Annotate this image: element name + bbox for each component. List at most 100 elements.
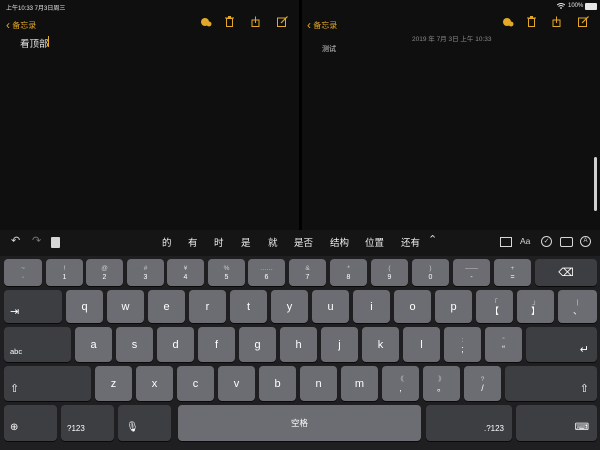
table-icon[interactable] [500,237,512,247]
key-backtick[interactable]: ~ · [4,259,42,286]
share-user-icon[interactable] [502,17,514,27]
key-5[interactable]: % 5 [208,259,245,286]
dismiss-keyboard-key[interactable]: ⌨ [516,405,597,441]
key-r[interactable]: r [189,290,226,323]
camera-icon[interactable] [560,237,573,247]
suggestion-8[interactable]: 位置 [365,235,384,249]
key-g[interactable]: g [239,327,276,362]
key-right-bracket[interactable]: 」】 [517,290,554,323]
numbers-key-left[interactable]: ?123 [61,405,114,441]
key-6[interactable]: …… 6 [248,259,285,286]
key-k[interactable]: k [362,327,399,362]
key-b[interactable]: b [259,366,296,401]
key-o[interactable]: o [394,290,431,323]
backspace-key[interactable]: ⌫ [535,259,597,286]
key-4[interactable]: ¥4 [167,259,204,286]
dictation-key[interactable]: 🎙 [118,405,171,441]
key-quote[interactable]: ” “ [485,327,522,362]
key-0[interactable]: ) 0 [412,259,449,286]
key-n[interactable]: n [300,366,337,401]
share-icon[interactable] [552,16,561,27]
globe-icon: ⊕ [10,422,19,433]
key-d[interactable]: d [157,327,194,362]
note-text-left[interactable]: 看顶部 [20,36,49,50]
key-w[interactable]: w [107,290,144,323]
suggestion-4[interactable]: 是 [241,235,251,249]
key-9[interactable]: (9 [371,259,408,286]
suggestion-5[interactable]: 就 [268,235,278,249]
trash-icon[interactable] [527,16,536,27]
key-s[interactable]: s [116,327,153,362]
note-text-right[interactable]: 测试 [322,44,336,54]
tab-key[interactable]: ⇥ [4,290,62,323]
key-i[interactable]: i [353,290,390,323]
chevron-left-icon: ‹ [307,18,311,32]
redo-icon[interactable]: ↷ [32,234,41,247]
checklist-icon[interactable]: ✓ [541,236,552,247]
key-m[interactable]: m [341,366,378,401]
key-v[interactable]: v [218,366,255,401]
text-cursor [48,36,49,47]
scrollbar[interactable] [594,157,597,211]
markup-pen-icon[interactable]: A [580,236,591,247]
compose-icon[interactable] [277,16,288,27]
key-t[interactable]: t [230,290,267,323]
suggestion-6[interactable]: 是否 [294,235,313,249]
key-p[interactable]: p [435,290,472,323]
suggestion-2[interactable]: 有 [188,235,198,249]
suggestion-3[interactable]: 时 [214,235,224,249]
key-semicolon[interactable]: :; [444,327,481,362]
key-a[interactable]: a [75,327,112,362]
battery-icon [585,3,597,10]
numbers-key-right[interactable]: .?123 [426,405,512,441]
text-format-icon[interactable]: Aa [520,236,530,246]
key-e[interactable]: e [148,290,185,323]
microphone-icon: 🎙 [126,422,139,433]
key-z[interactable]: z [95,366,132,401]
back-button-left[interactable]: ‹ 备忘录 [6,17,36,32]
abc-key[interactable]: abc [4,327,71,362]
key-period[interactable]: 》。 [423,366,460,401]
trash-icon[interactable] [225,16,234,27]
chevron-up-icon[interactable]: ⌃ [428,233,437,246]
key-minus[interactable]: —— - [453,259,490,286]
key-q[interactable]: q [66,290,103,323]
return-key[interactable]: ↵ [526,327,597,362]
globe-key[interactable]: ⊕ [4,405,57,441]
key-8[interactable]: * 8 [330,259,367,286]
right-pane: ‹ 备忘录 2019 年 7月 3日 上午 10:33 测试 [302,10,600,230]
paste-icon[interactable] [51,237,60,248]
shift-key-right[interactable]: ⇧ [505,366,597,401]
key-f[interactable]: f [198,327,235,362]
share-icon[interactable] [251,16,260,27]
key-comma[interactable]: 《, [382,366,419,401]
key-y[interactable]: y [271,290,308,323]
key-equals[interactable]: + = [494,259,531,286]
key-2[interactable]: @2 [86,259,123,286]
return-icon: ↵ [579,344,589,356]
key-1[interactable]: ! 1 [46,259,83,286]
key-left-bracket[interactable]: 「【 [476,290,513,323]
shift-icon: ⇧ [579,383,589,395]
suggestion-9[interactable]: 还有 [401,235,420,249]
note-timestamp: 2019 年 7月 3日 上午 10:33 [412,36,492,43]
key-c[interactable]: c [177,366,214,401]
undo-icon[interactable]: ↶ [11,234,20,247]
key-l[interactable]: l [403,327,440,362]
shift-key-left[interactable]: ⇧ [4,366,91,401]
key-x[interactable]: x [136,366,173,401]
key-3[interactable]: #3 [127,259,164,286]
suggestion-7[interactable]: 结构 [330,235,349,249]
share-user-icon[interactable] [200,17,212,27]
key-7[interactable]: & 7 [289,259,326,286]
compose-icon[interactable] [578,16,589,27]
key-slash[interactable]: ? / [464,366,501,401]
suggestion-1[interactable]: 的 [162,235,172,249]
key-j[interactable]: j [321,327,358,362]
space-key[interactable]: 空格 [178,405,421,441]
key-h[interactable]: h [280,327,317,362]
key-u[interactable]: u [312,290,349,323]
back-button-right[interactable]: ‹ 备忘录 [307,17,337,32]
status-battery-text: 100% [568,3,584,9]
key-backslash[interactable]: |、 [558,290,597,323]
